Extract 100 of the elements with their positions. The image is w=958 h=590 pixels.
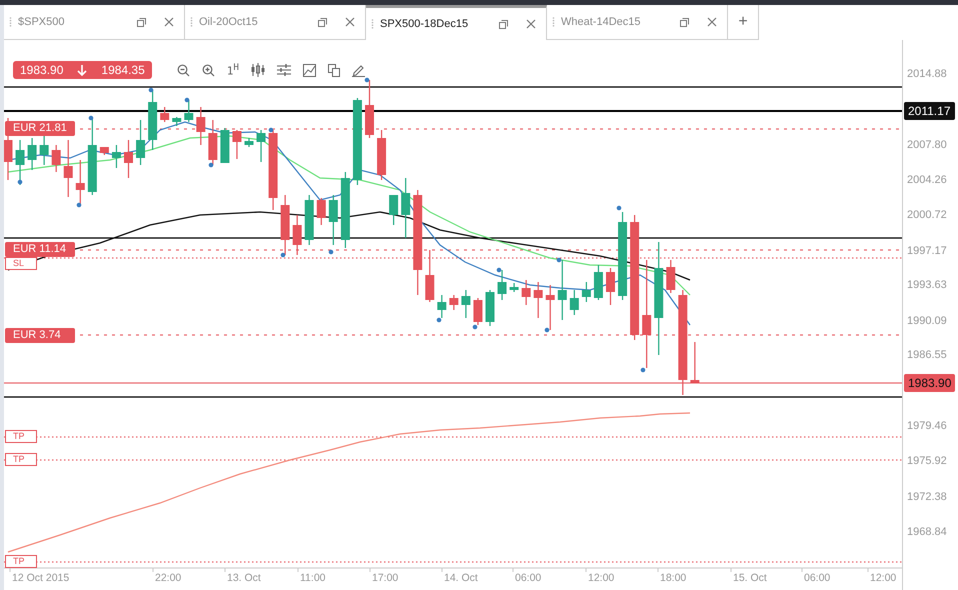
interval-button[interactable]: 1$^{H}$ [226, 62, 239, 78]
data-point [268, 128, 274, 132]
popout-icon[interactable] [680, 18, 689, 26]
data-point [328, 250, 334, 254]
sliders-icon[interactable] [276, 64, 291, 76]
order-label[interactable]: EUR 3.74 [5, 328, 75, 343]
time-axis-label: 17:00 [372, 572, 398, 584]
time-axis-label: 18:00 [660, 572, 686, 584]
time-axis-label: 12:00 [870, 572, 896, 584]
candle [4, 118, 12, 180]
candle [280, 195, 290, 255]
popout-icon[interactable] [318, 18, 327, 26]
order-label[interactable]: EUR 11.14 [5, 242, 75, 257]
time-axis-label: 06:00 [804, 572, 830, 584]
candle [558, 260, 567, 320]
price-axis-label: 1990.09 [907, 315, 947, 327]
data-point [280, 252, 286, 258]
zoom-in-icon[interactable] [202, 64, 215, 76]
candle [244, 138, 254, 147]
order-label[interactable]: TP [5, 453, 37, 466]
candle [582, 282, 591, 302]
popout-icon[interactable] [499, 20, 508, 28]
candle [486, 290, 494, 326]
price-axis-label: 1968.84 [907, 526, 947, 538]
data-point [544, 328, 550, 332]
candle [148, 90, 158, 150]
candle [570, 290, 579, 315]
candle [256, 130, 266, 162]
candle [606, 268, 615, 305]
data-point [472, 324, 478, 330]
candle [292, 215, 302, 255]
new-tab-button[interactable]: + [728, 5, 759, 40]
data-point [616, 206, 622, 210]
price-axis-label: 2014.88 [907, 68, 947, 80]
candle [316, 198, 326, 225]
drag-handle-icon[interactable] [9, 17, 12, 27]
data-point [496, 268, 502, 272]
data-point [556, 258, 562, 262]
time-axis-label: 15. Oct [733, 572, 767, 584]
candle [498, 270, 507, 300]
price-axis-label: 2007.80 [907, 139, 947, 151]
price-axis-label: 1997.17 [907, 245, 947, 257]
order-label[interactable]: SL [5, 257, 37, 270]
ask-price: 1984.35 [101, 63, 145, 77]
candle [546, 285, 555, 330]
candle [365, 80, 374, 138]
tab-label: SPX500-18Dec15 [380, 18, 470, 30]
close-icon[interactable] [526, 19, 536, 29]
time-axis-label: 11:00 [300, 572, 326, 584]
close-icon[interactable] [345, 17, 355, 27]
pencil-icon[interactable] [352, 64, 366, 76]
candle [16, 140, 25, 185]
order-label[interactable]: TP [5, 555, 37, 568]
chart-icon[interactable] [302, 64, 316, 76]
tab-label: $SPX500 [18, 16, 66, 28]
zoom-out-icon[interactable] [176, 64, 190, 76]
data-point [18, 180, 22, 184]
candle [377, 130, 386, 180]
data-point [640, 368, 646, 372]
candle [184, 100, 194, 122]
close-icon[interactable] [707, 17, 717, 27]
chart-tab[interactable]: Oil-20Oct15 [185, 5, 366, 40]
candle [28, 138, 37, 170]
copy-icon[interactable] [328, 64, 340, 76]
price-axis-label: 1972.38 [907, 491, 947, 503]
order-label[interactable]: EUR 21.81 [5, 121, 75, 136]
chart-tab[interactable]: $SPX500 [4, 5, 185, 40]
data-point [184, 98, 190, 102]
price-badge[interactable]: 1983.90 1984.35 [13, 61, 152, 79]
candle [172, 117, 182, 126]
time-axis-label: 12 Oct 2015 [12, 572, 70, 584]
tab-label: Wheat-14Dec15 [561, 16, 642, 28]
candle [160, 107, 170, 122]
candle [52, 145, 61, 172]
data-point [76, 202, 82, 208]
price-axis-label: 2000.72 [907, 209, 947, 221]
candle [220, 128, 230, 163]
candle [232, 130, 242, 159]
time-axis-label: 14. Oct [444, 572, 478, 584]
popout-icon[interactable] [137, 18, 146, 26]
data-point [88, 116, 94, 120]
candle [461, 290, 470, 318]
candle [522, 280, 531, 305]
drag-handle-icon[interactable] [371, 19, 374, 29]
candle [328, 195, 338, 245]
candlestick-icon[interactable] [250, 63, 265, 77]
candle [196, 107, 206, 145]
order-label[interactable]: TP [5, 430, 37, 443]
drag-handle-icon[interactable] [552, 17, 555, 27]
chart-tab[interactable]: SPX500-18Dec15 [366, 5, 547, 40]
candle [40, 135, 49, 165]
time-axis-label: 13. Oct [227, 572, 261, 584]
candle [304, 195, 314, 245]
price-marker: 1983.90 [904, 374, 956, 392]
drag-handle-icon[interactable] [190, 17, 193, 27]
down-arrow-icon [76, 64, 88, 76]
data-point [148, 88, 154, 92]
candle [594, 265, 603, 300]
close-icon[interactable] [164, 17, 174, 27]
data-point [208, 162, 214, 168]
